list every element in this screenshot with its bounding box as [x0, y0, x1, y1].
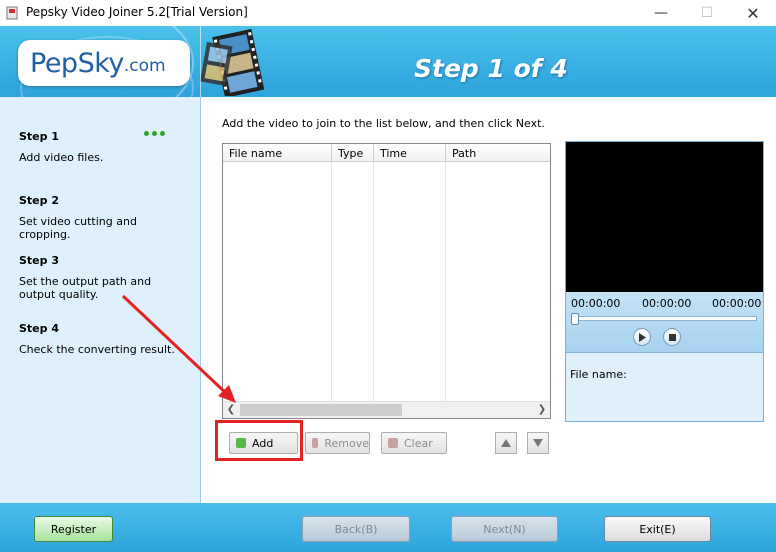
seek-track[interactable] [572, 316, 757, 321]
remove-icon [312, 438, 319, 448]
step-title: Step 1 of 4 [414, 54, 568, 83]
minimize-button[interactable]: — [638, 0, 684, 26]
steps-sidebar: Step 1 Add video files. Step 2 Set video… [0, 97, 201, 503]
play-icon [639, 332, 646, 342]
register-button[interactable]: Register [34, 516, 113, 542]
scroll-right-icon[interactable]: ❯ [534, 403, 550, 417]
back-button[interactable]: Back(B) [302, 516, 410, 542]
step-description: Set video cutting and cropping. [19, 215, 137, 241]
column-header-type[interactable]: Type [332, 144, 374, 162]
step-description: Check the converting result. [19, 343, 175, 356]
column-divider [445, 162, 446, 404]
arrow-up-icon [501, 439, 511, 447]
scrollbar-thumb[interactable] [240, 404, 402, 416]
column-divider [373, 162, 374, 404]
logo-domain: .com [123, 56, 166, 76]
header-banner: PepSky .com Step 1 of 4 [0, 26, 776, 97]
arrow-down-icon [533, 439, 543, 447]
pepsky-logo: PepSky .com [18, 40, 190, 86]
filmstrip-icon [200, 28, 265, 96]
column-divider [331, 162, 332, 404]
video-file-list[interactable]: File name Type Time Path ❮ ❯ [222, 143, 551, 419]
stop-button[interactable] [663, 328, 681, 346]
column-header-file-name[interactable]: File name [223, 144, 332, 162]
next-button[interactable]: Next(N) [451, 516, 558, 542]
current-step-indicator [144, 131, 165, 136]
sidebar-step-4: Step 4 Check the converting result. [19, 322, 184, 356]
player-controls: 00:00:00 00:00:00 00:00:00 [566, 292, 763, 353]
column-header-time[interactable]: Time [374, 144, 446, 162]
banner-divider [200, 26, 201, 97]
seek-slider-handle[interactable] [571, 313, 579, 325]
sidebar-step-2: Step 2 Set video cutting and cropping. [19, 194, 184, 241]
maximize-button[interactable]: ☐ [684, 0, 730, 26]
step-description: Add video files. [19, 151, 104, 164]
column-header-path[interactable]: Path [446, 144, 550, 162]
exit-button[interactable]: Exit(E) [604, 516, 711, 542]
horizontal-scrollbar[interactable]: ❮ ❯ [223, 401, 550, 418]
step-label: Step 4 [19, 322, 59, 335]
title-bar: Pepsky Video Joiner 5.2[Trial Version] —… [0, 0, 776, 26]
move-up-button[interactable] [495, 432, 517, 454]
file-name-label: File name: [570, 368, 627, 381]
add-button-highlight [215, 420, 303, 461]
play-button[interactable] [633, 328, 651, 346]
video-display [566, 142, 763, 292]
window-title: Pepsky Video Joiner 5.2[Trial Version] [26, 5, 248, 19]
step-description: Set the output path and output quality. [19, 275, 152, 301]
close-button[interactable]: ✕ [730, 0, 776, 26]
time-end: 00:00:00 [712, 297, 762, 310]
sidebar-step-3: Step 3 Set the output path and output qu… [19, 254, 184, 301]
step-label: Step 3 [19, 254, 59, 267]
clear-icon [388, 438, 398, 448]
step-label: Step 2 [19, 194, 59, 207]
instruction-text: Add the video to join to the list below,… [222, 117, 545, 130]
move-down-button[interactable] [527, 432, 549, 454]
app-icon [6, 6, 18, 20]
time-current: 00:00:00 [642, 297, 692, 310]
video-preview-panel: 00:00:00 00:00:00 00:00:00 File name: [565, 141, 764, 422]
time-start: 00:00:00 [571, 297, 621, 310]
scroll-left-icon[interactable]: ❮ [223, 403, 239, 417]
footer-bar: Register Back(B) Next(N) Exit(E) [0, 503, 776, 552]
stop-icon [668, 333, 676, 341]
remove-label: Remove [324, 436, 369, 450]
logo-brand: PepSky [30, 47, 124, 79]
clear-label: Clear [404, 436, 433, 450]
remove-button[interactable]: Remove [305, 432, 370, 454]
clear-button[interactable]: Clear [381, 432, 447, 454]
